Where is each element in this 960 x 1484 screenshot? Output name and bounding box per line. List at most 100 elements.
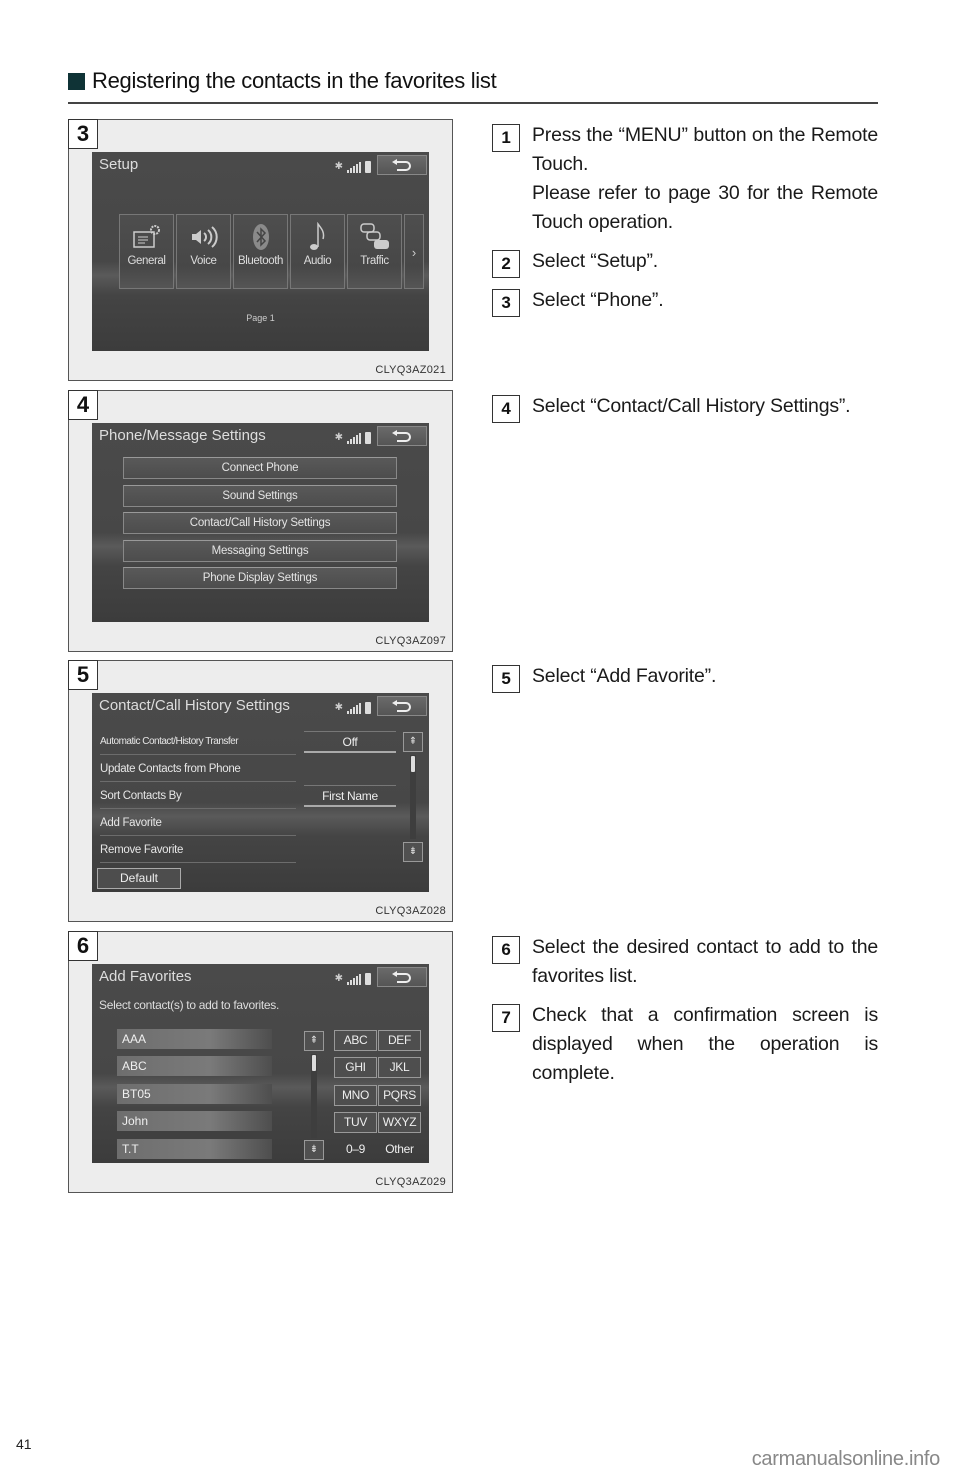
tile-voice[interactable]: Voice [176,214,231,289]
bluetooth-icon [252,224,269,250]
scroll-down-button[interactable]: ⇟ [304,1140,324,1160]
step-number: 5 [492,665,520,693]
music-note-icon [309,222,324,250]
phone-message-settings-screen: Phone/Message Settings ✱ Connect Phone S… [92,423,429,622]
back-button[interactable] [377,696,427,716]
tile-label: Audio [303,255,332,267]
key-0-9[interactable]: 0–9 [334,1139,377,1160]
automatic-transfer-value[interactable]: Off [304,731,396,753]
steps-group-2: 4 Select “Contact/Call History Settings”… [492,392,878,431]
step-6: 6 Select the desired contact to add to t… [492,933,878,991]
bluetooth-status-icon: ✱ [334,432,343,443]
tile-label: Voice [190,255,217,267]
row-add-favorite[interactable]: Add Favorite [100,810,296,836]
step-text: Select the desired contact to add to the… [532,936,878,987]
steps-group-1: 1 Press the “MENU” button on the Remote … [492,121,878,325]
back-arrow-icon [392,159,411,171]
back-button[interactable] [377,155,427,175]
row-update-contacts[interactable]: Update Contacts from Phone [100,756,296,782]
tile-general[interactable]: General [119,214,174,289]
screen-title: Setup [99,156,139,173]
step-2: 2 Select “Setup”. [492,247,878,278]
contact-item[interactable]: T.T [117,1139,272,1159]
illustration-number: 4 [68,390,98,420]
battery-icon [365,432,371,444]
row-remove-favorite[interactable]: Remove Favorite [100,837,296,863]
scrollbar-thumb[interactable] [312,1055,316,1071]
page-indicator: Page 1 [246,313,275,323]
signal-strength-icon [347,161,361,173]
row-sort-contacts-by[interactable]: Sort Contacts By [100,783,296,809]
contact-item[interactable]: ABC [117,1056,272,1076]
bluetooth-status-icon: ✱ [334,161,343,172]
scrollbar-thumb[interactable] [411,756,415,772]
key-ghi[interactable]: GHI [334,1057,377,1078]
key-wxyz[interactable]: WXYZ [378,1112,421,1133]
add-favorites-screen: Add Favorites ✱ Select contact(s) to add… [92,964,429,1163]
tile-label: Traffic [360,255,389,267]
scroll-up-button[interactable]: ⇞ [403,732,423,752]
tile-audio[interactable]: Audio [290,214,345,289]
step-number: 3 [492,289,520,317]
step-text: Select “Add Favorite”. [532,665,717,687]
signal-strength-icon [347,973,361,985]
status-indicators: ✱ [335,700,371,714]
key-tuv[interactable]: TUV [334,1112,377,1133]
step-text: Check that a confirmation screen is disp… [532,1004,878,1084]
step-text: Select “Contact/Call History Settings”. [532,395,851,417]
illustration-code: CLYQ3AZ029 [375,1176,446,1188]
status-indicators: ✱ [335,430,371,444]
steps-group-3: 5 Select “Add Favorite”. [492,662,878,701]
setup-tiles: General Voice Bluetooth Audio Traffic › [119,214,424,289]
step-text: Select “Phone”. [532,289,664,311]
section-heading: Registering the contacts in the favorite… [68,66,878,104]
back-button[interactable] [377,426,427,446]
screen-title: Phone/Message Settings [99,427,266,444]
key-pqrs[interactable]: PQRS [378,1085,421,1106]
watermark: carmanualsonline.info [751,1448,941,1470]
key-def[interactable]: DEF [378,1030,421,1051]
scroll-up-button[interactable]: ⇞ [304,1031,324,1051]
step-number: 4 [492,395,520,423]
step-4: 4 Select “Contact/Call History Settings”… [492,392,878,423]
illustration-contact-call-history-settings: 5 Contact/Call History Settings ✱ Automa… [68,660,453,922]
menu-connect-phone[interactable]: Connect Phone [123,457,397,479]
key-abc[interactable]: ABC [334,1030,377,1051]
menu-messaging-settings[interactable]: Messaging Settings [123,539,397,562]
step-note: Please refer to page 30 for the Remote T… [532,182,878,233]
step-text: Select “Setup”. [532,250,658,272]
scroll-down-button[interactable]: ⇟ [403,842,423,862]
next-page-button[interactable]: › [404,214,424,289]
tile-traffic[interactable]: Traffic [347,214,402,289]
back-arrow-icon [392,971,411,983]
tile-label: General [127,255,166,267]
contact-item[interactable]: AAA [117,1029,272,1049]
page-number: 41 [16,1436,32,1452]
sort-contacts-value[interactable]: First Name [304,785,396,807]
row-automatic-transfer[interactable]: Automatic Contact/History Transfer [100,729,296,755]
step-number: 2 [492,250,520,278]
menu-contact-call-history-settings[interactable]: Contact/Call History Settings [123,512,397,534]
contact-item[interactable]: John [117,1111,272,1131]
screen-title: Contact/Call History Settings [99,697,290,714]
illustration-setup: 3 Setup ✱ General Voice Bluetooth Audio … [68,119,453,381]
key-mno[interactable]: MNO [334,1085,377,1106]
status-indicators: ✱ [335,971,371,985]
step-5: 5 Select “Add Favorite”. [492,662,878,693]
settings-menu: Connect Phone Sound Settings Contact/Cal… [123,457,397,595]
setup-screen: Setup ✱ General Voice Bluetooth Audio Tr… [92,152,429,351]
menu-phone-display-settings[interactable]: Phone Display Settings [123,567,397,589]
default-button[interactable]: Default [97,868,181,889]
step-1: 1 Press the “MENU” button on the Remote … [492,121,878,237]
illustration-number: 3 [68,119,98,149]
step-3: 3 Select “Phone”. [492,286,878,317]
contact-item[interactable]: BT05 [117,1084,272,1104]
illustration-number: 6 [68,931,98,961]
key-jkl[interactable]: JKL [378,1057,421,1078]
illustration-phone-message-settings: 4 Phone/Message Settings ✱ Connect Phone… [68,390,453,652]
key-other[interactable]: Other [378,1139,421,1160]
menu-sound-settings[interactable]: Sound Settings [123,484,397,507]
section-title: Registering the contacts in the favorite… [92,68,497,93]
back-button[interactable] [377,967,427,987]
tile-bluetooth[interactable]: Bluetooth [233,214,288,289]
